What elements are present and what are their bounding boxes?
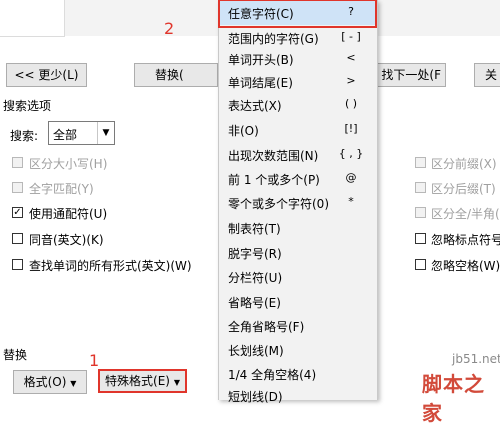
menu-item-label: 单词结尾(E) bbox=[228, 76, 293, 90]
menu-item-symbol: { , } bbox=[338, 147, 364, 160]
menu-item-full-width-ellipsis[interactable]: 全角省略号(F) bbox=[219, 313, 377, 338]
menu-item-occurrence-range[interactable]: 出现次数范围(N) { , } bbox=[219, 142, 377, 167]
format-button[interactable]: 格式(O) ▼ bbox=[13, 370, 87, 394]
ignore-punctuation-checkbox[interactable] bbox=[415, 233, 426, 244]
menu-item-en-dash[interactable]: 短划线(D) bbox=[219, 383, 377, 408]
whole-word-label: 全字匹配(Y) bbox=[29, 182, 94, 196]
less-button[interactable]: << 更少(L) bbox=[6, 63, 87, 87]
dropdown-arrow-icon: ▼ bbox=[173, 378, 180, 387]
menu-item-label: 任意字符(C) bbox=[228, 7, 294, 21]
menu-item-label: 表达式(X) bbox=[228, 99, 282, 113]
watermark-site: jb51.net bbox=[452, 352, 500, 366]
special-format-button-label: 特殊格式(E) bbox=[105, 374, 170, 388]
ignore-punctuation-label: 忽略标点符号 bbox=[431, 233, 500, 247]
ignore-whitespace-label: 忽略空格(W) bbox=[431, 259, 500, 273]
menu-item-label: 全角省略号(F) bbox=[228, 320, 305, 334]
annotation-step-1: 1 bbox=[89, 351, 100, 370]
menu-item-label: 省略号(E) bbox=[228, 296, 281, 310]
use-wildcards-label: 使用通配符(U) bbox=[29, 207, 108, 221]
whole-word-checkbox[interactable] bbox=[12, 182, 23, 193]
match-suffix-label: 区分后缀(T) bbox=[431, 182, 496, 196]
menu-item-symbol: < bbox=[346, 51, 356, 64]
menu-item-column-break[interactable]: 分栏符(U) bbox=[219, 264, 377, 289]
match-prefix-checkbox[interactable] bbox=[415, 157, 426, 168]
menu-item-symbol: @ bbox=[345, 171, 357, 184]
menu-item-label: 前 1 个或多个(P) bbox=[228, 173, 320, 187]
menu-item-em-dash[interactable]: 长划线(M) bbox=[219, 337, 377, 362]
menu-item-label: 脱字号(R) bbox=[228, 247, 282, 261]
match-prefix-label: 区分前缀(X) bbox=[431, 157, 497, 171]
chevron-down-icon[interactable]: ▼ bbox=[97, 122, 114, 144]
menu-item-symbol: ? bbox=[348, 5, 354, 18]
search-direction-label: 搜索: bbox=[10, 129, 39, 143]
menu-item-word-start[interactable]: 单词开头(B) < bbox=[219, 46, 377, 71]
special-format-menu: 任意字符(C)? 范围内的字符(G) [ - ] 单词开头(B) < 单词结尾(E)… bbox=[218, 0, 378, 404]
match-width-label: 区分全/半角( bbox=[431, 207, 500, 221]
annotation-step-2: 2 bbox=[164, 19, 175, 38]
menu-item-label: 单词开头(B) bbox=[228, 53, 294, 67]
menu-item-label: 出现次数范围(N) bbox=[228, 149, 319, 163]
menu-item-label: 短划线(D) bbox=[228, 390, 283, 404]
search-direction-select[interactable]: 全部 ▼ bbox=[48, 121, 115, 145]
menu-item-word-end[interactable]: 单词结尾(E) > bbox=[219, 69, 377, 94]
search-direction-value: 全部 bbox=[53, 128, 78, 142]
all-word-forms-checkbox[interactable] bbox=[12, 259, 23, 270]
all-word-forms-label: 查找单词的所有形式(英文)(W) bbox=[29, 259, 192, 273]
replace-section-title: 替换 bbox=[3, 348, 28, 362]
menu-item-one-or-more[interactable]: 前 1 个或多个(P) @ bbox=[219, 166, 377, 191]
format-button-label: 格式(O) bbox=[23, 375, 67, 389]
match-suffix-checkbox[interactable] bbox=[415, 182, 426, 193]
watermark-brand: 脚本之家 bbox=[422, 372, 485, 425]
use-wildcards-checkbox[interactable]: ✓ bbox=[12, 207, 23, 218]
special-format-button[interactable]: 特殊格式(E) ▼ bbox=[98, 369, 187, 393]
menu-item-label: 分栏符(U) bbox=[228, 271, 283, 285]
menu-item-symbol: > bbox=[346, 74, 356, 87]
match-case-checkbox[interactable] bbox=[12, 157, 23, 168]
sounds-like-label: 同音(英文)(K) bbox=[29, 233, 104, 247]
menu-item-label: 范围内的字符(G) bbox=[228, 32, 319, 46]
menu-item-label: 制表符(T) bbox=[228, 222, 281, 236]
menu-item-label: 零个或多个字符(0) bbox=[228, 197, 329, 211]
menu-item-any-character[interactable]: 任意字符(C)? bbox=[218, 0, 377, 28]
ignore-whitespace-checkbox[interactable] bbox=[415, 259, 426, 270]
replace-button[interactable]: 替换( bbox=[134, 63, 218, 87]
menu-item-expression[interactable]: 表达式(X) ( ) bbox=[219, 92, 377, 117]
match-width-checkbox[interactable] bbox=[415, 207, 426, 218]
menu-item-tab[interactable]: 制表符(T) bbox=[219, 215, 377, 240]
menu-item-label: 非(O) bbox=[228, 124, 259, 138]
menu-item-symbol: * bbox=[348, 195, 354, 208]
dropdown-arrow-icon: ▼ bbox=[70, 379, 77, 388]
menu-item-symbol: ( ) bbox=[344, 97, 358, 110]
menu-item-ellipsis[interactable]: 省略号(E) bbox=[219, 289, 377, 314]
menu-item-label: 1/4 全角空格(4) bbox=[228, 368, 317, 382]
menu-item-caret[interactable]: 脱字号(R) bbox=[219, 240, 377, 265]
match-case-label: 区分大小写(H) bbox=[29, 157, 108, 171]
menu-item-zero-or-more[interactable]: 零个或多个字符(0) * bbox=[219, 190, 377, 215]
menu-item-symbol: [!] bbox=[344, 122, 358, 135]
checkmark-icon: ✓ bbox=[13, 207, 22, 218]
search-options-title: 搜索选项 bbox=[3, 99, 52, 113]
close-button[interactable]: 关 bbox=[474, 63, 500, 87]
find-next-button[interactable]: 找下一处(F bbox=[376, 63, 446, 87]
active-tab[interactable] bbox=[0, 0, 65, 37]
sounds-like-checkbox[interactable] bbox=[12, 233, 23, 244]
menu-item-symbol: [ - ] bbox=[341, 30, 361, 43]
menu-item-not[interactable]: 非(O) [!] bbox=[219, 117, 377, 142]
menu-item-label: 长划线(M) bbox=[228, 344, 284, 358]
